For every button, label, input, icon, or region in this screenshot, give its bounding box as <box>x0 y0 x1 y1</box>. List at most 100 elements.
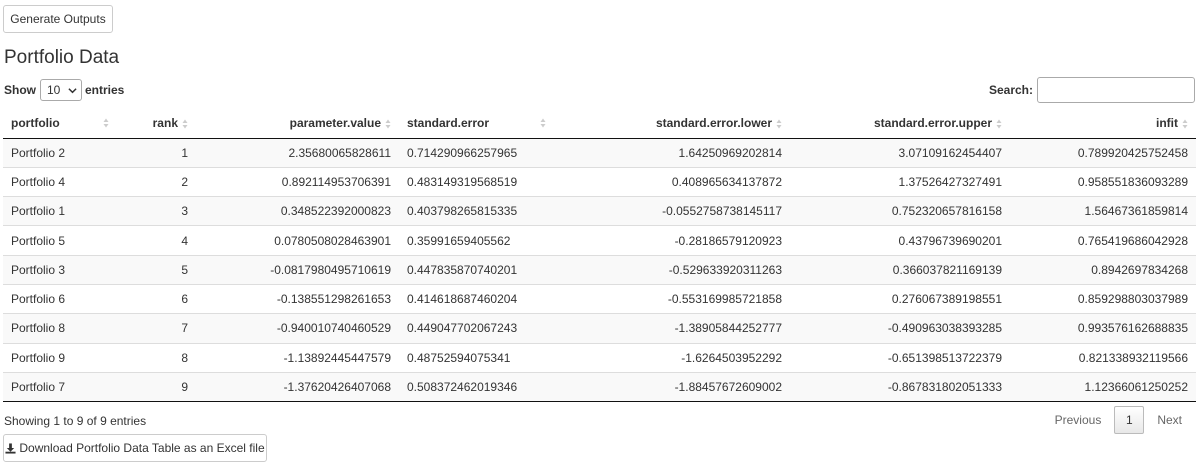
table-cell-standard-error-upper: 0.43796739690201 <box>790 225 1010 256</box>
sort-icon <box>1182 119 1188 129</box>
table-cell-rank: 7 <box>113 313 196 344</box>
table-cell-portfolio: Portfolio 2 <box>3 138 113 168</box>
sort-icon <box>385 119 391 129</box>
table-cell-rank: 5 <box>113 254 196 285</box>
table-cell-rank: 9 <box>113 371 196 403</box>
search-label: Search: <box>988 83 1033 97</box>
table-cell-standard-error-lower: -0.529633920311263 <box>570 254 790 285</box>
table-cell-standard-error: 0.48752594075341 <box>399 342 570 373</box>
length-menu: Show 10 entries <box>4 79 124 101</box>
table-cell-parameter-value: 0.0780508028463901 <box>196 225 399 256</box>
column-header-standard-error[interactable]: standard.error <box>399 108 570 139</box>
table-cell-standard-error-lower: 1.64250969202814 <box>570 138 790 168</box>
column-header-label: parameter.value <box>289 115 381 130</box>
sort-icon <box>776 119 782 129</box>
table-cell-parameter-value: -1.37620426407068 <box>196 371 399 403</box>
length-show-label: Show <box>4 83 36 97</box>
table-cell-standard-error-lower: -0.28186579120923 <box>570 225 790 256</box>
table-cell-portfolio: Portfolio 5 <box>3 225 113 256</box>
column-header-portfolio[interactable]: portfolio <box>3 108 113 139</box>
table-cell-standard-error: 0.403798265815335 <box>399 196 570 226</box>
table-cell-portfolio: Portfolio 1 <box>3 196 113 226</box>
table-cell-standard-error-lower: -0.0552758738145117 <box>570 196 790 226</box>
sort-icon <box>996 119 1002 129</box>
table-cell-portfolio: Portfolio 6 <box>3 283 113 314</box>
table-cell-parameter-value: -0.138551298261653 <box>196 283 399 314</box>
sort-icon <box>540 118 546 128</box>
table-cell-infit: 0.958551836093289 <box>1010 166 1196 197</box>
table-cell-standard-error-upper: 1.37526427327491 <box>790 166 1010 197</box>
table-cell-portfolio: Portfolio 9 <box>3 342 113 373</box>
download-label: Download Portfolio Data Table as an Exce… <box>19 441 265 455</box>
table-cell-infit: 0.765419686042928 <box>1010 225 1196 256</box>
table-cell-rank: 4 <box>113 225 196 256</box>
table-cell-standard-error-lower: -0.553169985721858 <box>570 283 790 314</box>
table-cell-infit: 0.789920425752458 <box>1010 138 1196 168</box>
column-header-infit[interactable]: infit <box>1010 108 1196 139</box>
table-row: Portfolio 6 6 -0.138551298261653 0.41461868… <box>3 283 1196 314</box>
table-cell-standard-error-lower: -1.38905844252777 <box>570 313 790 344</box>
table-cell-standard-error-upper: -0.867831802051333 <box>790 371 1010 403</box>
column-header-standard-error-lower[interactable]: standard.error.lower <box>570 108 790 139</box>
table-row: Portfolio 7 9 -1.37620426407068 0.508372462… <box>3 371 1196 403</box>
table-cell-portfolio: Portfolio 7 <box>3 371 113 403</box>
generate-outputs-button[interactable]: Generate Outputs <box>3 5 113 33</box>
table-cell-standard-error-upper: 3.07109162454407 <box>790 138 1010 168</box>
table-cell-parameter-value: -1.13892445447579 <box>196 342 399 373</box>
table-cell-parameter-value: -0.940010740460529 <box>196 313 399 344</box>
table-cell-infit: 0.821338932119566 <box>1010 342 1196 373</box>
table-cell-rank: 6 <box>113 283 196 314</box>
pagination: Previous 1 Next <box>1042 406 1195 434</box>
table-row: Portfolio 9 8 -1.13892445447579 0.487525940… <box>3 342 1196 373</box>
next-page-button[interactable]: Next <box>1144 406 1195 434</box>
page-1-button[interactable]: 1 <box>1114 406 1145 434</box>
table-cell-parameter-value: 2.35680065828611 <box>196 138 399 168</box>
column-header-rank[interactable]: rank <box>113 108 196 139</box>
page-title: Portfolio Data <box>4 47 120 68</box>
table-cell-portfolio: Portfolio 4 <box>3 166 113 197</box>
table-cell-standard-error-lower: 0.408965634137872 <box>570 166 790 197</box>
table-row: Portfolio 3 5 -0.0817980495710619 0.4478358… <box>3 254 1196 285</box>
table-cell-standard-error-upper: 0.752320657816158 <box>790 196 1010 226</box>
table-cell-standard-error: 0.714290966257965 <box>399 138 570 168</box>
column-header-label: standard.error.lower <box>655 115 772 130</box>
table-cell-rank: 3 <box>113 196 196 226</box>
table-row: Portfolio 8 7 -0.940010740460529 0.44904770… <box>3 313 1196 344</box>
table-cell-portfolio: Portfolio 3 <box>3 254 113 285</box>
column-header-parameter-value[interactable]: parameter.value <box>196 108 399 139</box>
table-cell-portfolio: Portfolio 8 <box>3 313 113 344</box>
length-entries-label: entries <box>85 83 125 97</box>
table-cell-rank: 1 <box>113 138 196 168</box>
entries-select[interactable]: 10 <box>40 79 82 101</box>
download-icon <box>5 442 16 454</box>
column-header-label: standard.error.upper <box>873 115 992 130</box>
table-cell-infit: 0.859298803037989 <box>1010 283 1196 314</box>
table-cell-standard-error-upper: 0.276067389198551 <box>790 283 1010 314</box>
column-header-standard-error-upper[interactable]: standard.error.upper <box>790 108 1010 139</box>
download-excel-button[interactable]: Download Portfolio Data Table as an Exce… <box>3 434 267 462</box>
column-header-label: portfolio <box>11 115 60 130</box>
table-cell-standard-error: 0.414618687460204 <box>399 283 570 314</box>
table-row: Portfolio 1 3 0.348522392000823 0.403798265… <box>3 196 1196 226</box>
entries-select-value: 10 <box>47 83 61 97</box>
table-cell-standard-error: 0.508372462019346 <box>399 371 570 403</box>
sort-icon <box>103 118 109 128</box>
table-cell-infit: 1.56467361859814 <box>1010 196 1196 226</box>
column-header-label: rank <box>152 115 178 130</box>
column-header-label: infit <box>1156 115 1178 130</box>
table-cell-rank: 8 <box>113 342 196 373</box>
sort-icon <box>182 119 188 129</box>
table-row: Portfolio 5 4 0.0780508028463901 0.35991659… <box>3 225 1196 256</box>
table-cell-standard-error-upper: 0.366037821169139 <box>790 254 1010 285</box>
table-cell-standard-error: 0.447835870740201 <box>399 254 570 285</box>
previous-page-button[interactable]: Previous <box>1042 406 1115 434</box>
search-input[interactable] <box>1037 77 1195 103</box>
table-cell-parameter-value: 0.892114953706391 <box>196 166 399 197</box>
table-cell-standard-error: 0.35991659405562 <box>399 225 570 256</box>
chevron-down-icon <box>68 87 77 93</box>
table-cell-infit: 1.12366061250252 <box>1010 371 1196 403</box>
table-cell-rank: 2 <box>113 166 196 197</box>
portfolio-table: portfolio rank parameter.value standard.… <box>3 108 1196 403</box>
table-info: Showing 1 to 9 of 9 entries <box>4 414 147 428</box>
table-cell-standard-error-upper: -0.651398513722379 <box>790 342 1010 373</box>
